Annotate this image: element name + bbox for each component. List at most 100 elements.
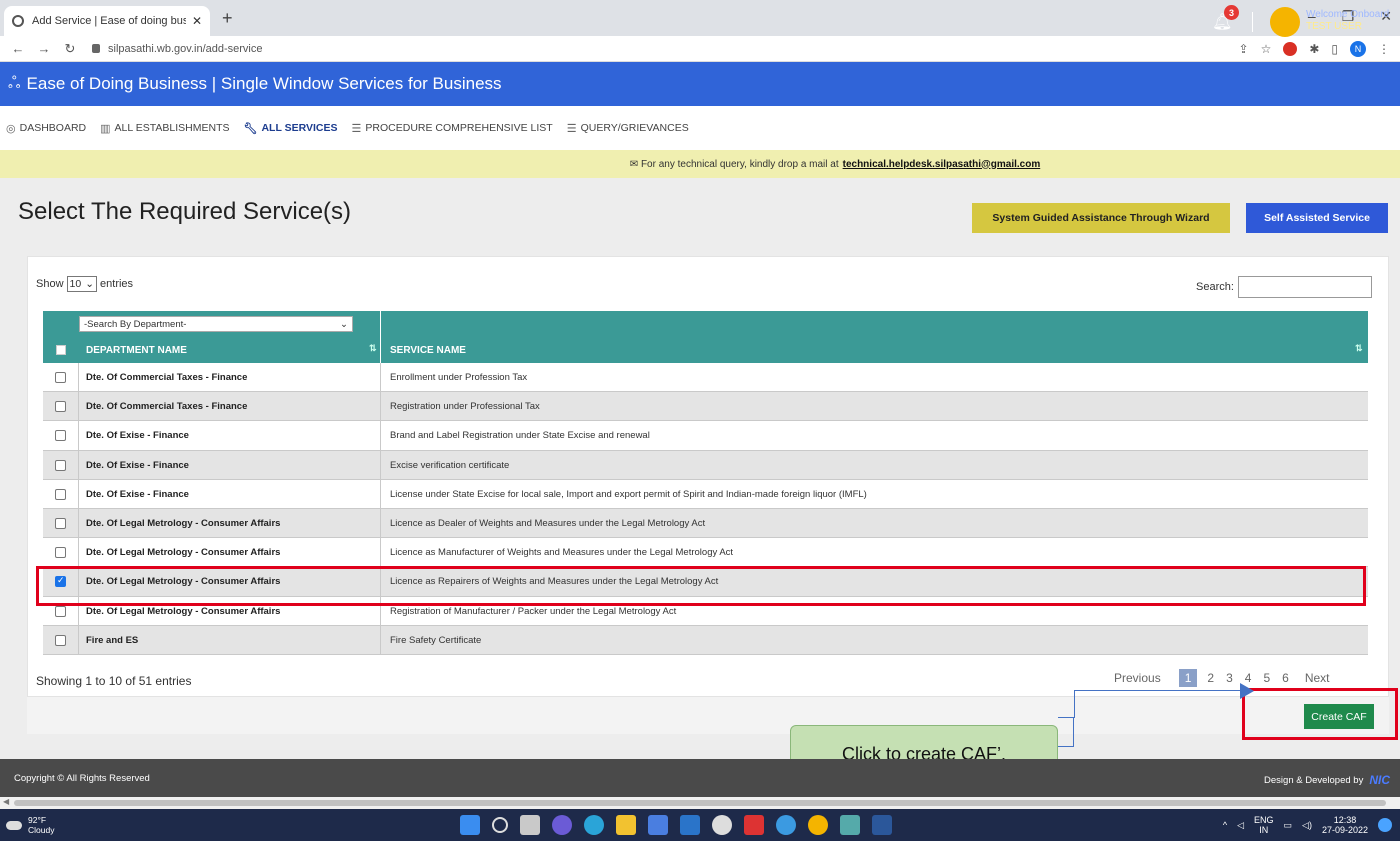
service-cell: Brand and Label Registration under State… bbox=[390, 430, 650, 442]
menu-dashboard[interactable]: ◎ DASHBOARD bbox=[6, 122, 86, 135]
mail-icon: ✉ bbox=[629, 158, 641, 170]
browser-tabbar: Add Service | Ease of doing busi ✕ + ⌄ –… bbox=[0, 0, 1400, 36]
search-input[interactable] bbox=[1237, 276, 1372, 298]
table-row[interactable]: Dte. Of Commercial Taxes - Finance Regist… bbox=[43, 392, 1368, 422]
department-cell: Dte. Of Commercial Taxes - Finance bbox=[86, 372, 248, 383]
search-icon[interactable] bbox=[492, 817, 508, 833]
app-icon[interactable] bbox=[712, 815, 732, 835]
app-icon[interactable] bbox=[776, 815, 796, 835]
row-checkbox[interactable] bbox=[55, 605, 66, 617]
table-row[interactable]: Dte. Of Exise - Finance Excise verificati… bbox=[43, 450, 1368, 480]
url-field[interactable]: silpasathi.wb.gov.in/add-service bbox=[92, 43, 262, 55]
task-view-icon[interactable] bbox=[520, 815, 540, 835]
table-row[interactable]: Dte. Of Exise - Finance Brand and Label R… bbox=[43, 421, 1368, 451]
teams-icon[interactable] bbox=[552, 815, 572, 835]
service-cell: Enrollment under Profession Tax bbox=[390, 372, 528, 383]
profile-avatar[interactable]: N bbox=[1350, 41, 1366, 57]
avatar[interactable] bbox=[1270, 7, 1300, 37]
extension-icon[interactable] bbox=[1283, 42, 1298, 56]
row-checkbox[interactable] bbox=[55, 430, 66, 442]
developed-by-text: Design & Developed by bbox=[1264, 774, 1364, 786]
menu-all-establishments[interactable]: ▥ ALL ESTABLISHMENTS bbox=[100, 122, 229, 135]
chevron-up-icon[interactable]: ^ bbox=[1223, 820, 1227, 830]
row-checkbox[interactable] bbox=[55, 634, 66, 646]
menu-dots-icon[interactable]: ⋮ bbox=[1378, 42, 1390, 56]
store-icon[interactable] bbox=[648, 815, 668, 835]
word-icon[interactable] bbox=[872, 815, 892, 835]
row-checkbox[interactable] bbox=[55, 547, 66, 559]
pagination-previous[interactable]: Previous bbox=[1108, 669, 1167, 687]
col-department-name[interactable]: DEPARTMENT NAME bbox=[86, 345, 187, 356]
pagination-page[interactable]: 5 bbox=[1257, 669, 1276, 687]
share-icon[interactable]: ⇪ bbox=[1239, 42, 1249, 56]
network-icon[interactable]: ▭ bbox=[1284, 820, 1293, 830]
row-checkbox[interactable] bbox=[55, 517, 66, 529]
notification-center-icon[interactable] bbox=[1378, 818, 1392, 832]
table-row[interactable]: Dte. Of Commercial Taxes - Finance Enroll… bbox=[43, 363, 1368, 393]
volume-icon[interactable]: ◁) bbox=[1302, 820, 1312, 830]
helpdesk-email-link[interactable]: technical.helpdesk.silpasathi@gmail.com bbox=[843, 159, 1041, 170]
edge-icon[interactable] bbox=[584, 815, 604, 835]
sort-icon[interactable]: ⇅ bbox=[369, 343, 377, 354]
select-all-checkbox[interactable] bbox=[56, 345, 66, 355]
wizard-button[interactable]: System Guided Assistance Through Wizard bbox=[972, 203, 1230, 233]
pagination-page[interactable]: 2 bbox=[1201, 669, 1220, 687]
scroll-left-icon[interactable]: ◀ bbox=[3, 797, 9, 806]
wps-icon[interactable] bbox=[744, 815, 764, 835]
mail-icon[interactable] bbox=[680, 815, 700, 835]
table-row[interactable]: Dte. Of Exise - Finance License under Sta… bbox=[43, 479, 1368, 509]
weather-widget[interactable]: 92°F Cloudy bbox=[6, 815, 54, 835]
file-explorer-icon[interactable] bbox=[616, 815, 636, 835]
scroll-thumb[interactable] bbox=[14, 800, 1386, 806]
menu-query-grievances[interactable]: ☰ QUERY/GRIEVANCES bbox=[567, 122, 689, 135]
pagination-next[interactable]: Next bbox=[1299, 669, 1336, 687]
list-icon: ☰ bbox=[566, 122, 577, 135]
clock[interactable]: 12:38 27-09-2022 bbox=[1322, 815, 1368, 835]
department-filter-select[interactable]: -Search By Department- ⌄ bbox=[79, 316, 353, 332]
row-checkbox[interactable] bbox=[55, 459, 66, 471]
reload-icon[interactable]: ↻ bbox=[62, 41, 78, 57]
browser-tab[interactable]: Add Service | Ease of doing busi ✕ bbox=[4, 6, 210, 36]
puzzle-icon[interactable]: ✱ bbox=[1309, 42, 1319, 56]
page-title: Select The Required Service(s) bbox=[18, 198, 352, 225]
department-cell: Dte. Of Commercial Taxes - Finance bbox=[86, 401, 248, 413]
language-indicator[interactable]: ENG IN bbox=[1254, 815, 1274, 835]
pagination-page[interactable]: 3 bbox=[1220, 669, 1239, 687]
self-assisted-button[interactable]: Self Assisted Service bbox=[1246, 203, 1388, 233]
sort-icon[interactable]: ⇅ bbox=[1355, 343, 1363, 354]
menu-all-services[interactable]: 🔧︎ ALL SERVICES bbox=[243, 122, 337, 135]
table-row[interactable]: Fire and ES Fire Safety Certificate bbox=[43, 625, 1368, 655]
forward-icon[interactable]: → bbox=[36, 41, 52, 56]
system-tray: ^ ◁ ENG IN ▭ ◁) 12:38 27-09-2022 bbox=[1223, 815, 1392, 835]
search-label: Search: bbox=[1196, 281, 1234, 293]
row-checkbox[interactable] bbox=[55, 372, 66, 383]
region-text: IN bbox=[1259, 825, 1269, 835]
department-cell: Dte. Of Exise - Finance bbox=[86, 488, 189, 500]
chrome-icon[interactable] bbox=[808, 815, 828, 835]
table-row[interactable]: Dte. Of Legal Metrology - Consumer Affai… bbox=[43, 508, 1368, 539]
close-tab-icon[interactable]: ✕ bbox=[192, 14, 202, 28]
col-service-name[interactable]: SERVICE NAME bbox=[390, 345, 466, 356]
column-divider bbox=[78, 421, 79, 450]
table-row[interactable]: Dte. Of Legal Metrology - Consumer Affai… bbox=[43, 538, 1368, 568]
sidepanel-icon[interactable]: ▯ bbox=[1331, 42, 1338, 56]
horizontal-scrollbar[interactable]: ◀ bbox=[0, 797, 1400, 809]
user-menu[interactable]: Welcome Onboard TEST USER bbox=[1306, 9, 1389, 33]
app-icon[interactable] bbox=[840, 815, 860, 835]
row-checkbox[interactable] bbox=[55, 488, 66, 500]
pagination-page[interactable]: 6 bbox=[1276, 669, 1295, 687]
chevron-down-icon: ⌄ bbox=[85, 278, 95, 290]
back-icon[interactable]: ← bbox=[10, 41, 26, 56]
windows-start-icon[interactable] bbox=[460, 815, 480, 835]
star-icon[interactable]: ☆ bbox=[1261, 42, 1272, 56]
pagination-page[interactable]: 1 bbox=[1178, 669, 1198, 687]
new-tab-icon[interactable]: + bbox=[222, 8, 233, 29]
service-cell: Registration of Manufacturer / Packer un… bbox=[390, 605, 677, 617]
menu-procedure-list[interactable]: ☰ PROCEDURE COMPREHENSIVE LIST bbox=[352, 122, 553, 135]
location-icon[interactable]: ◁ bbox=[1237, 820, 1244, 830]
row-checkbox[interactable] bbox=[55, 401, 66, 413]
entries-select[interactable]: 10 ⌄ bbox=[66, 276, 98, 292]
site-footer: Copyright © All Rights Reserved Design &… bbox=[0, 759, 1400, 797]
app-header: ஃ Ease of Doing Business | Single Window… bbox=[0, 62, 1400, 106]
cloud-icon bbox=[6, 820, 22, 830]
